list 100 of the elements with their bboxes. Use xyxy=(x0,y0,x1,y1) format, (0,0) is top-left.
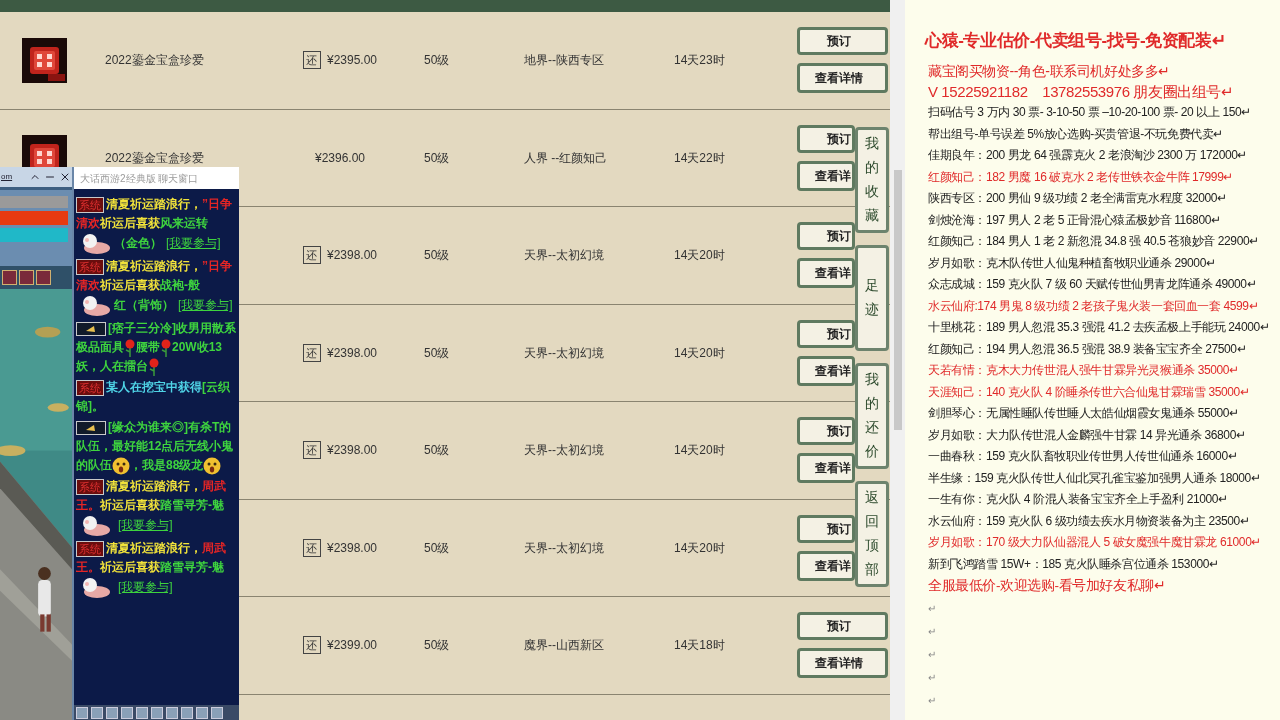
remaining-time: 14天20时 xyxy=(674,248,725,263)
system-badge: 系统 xyxy=(76,196,104,213)
document-line: 众志成城：159 克火队 7 级 60 天赋传世仙男青龙阵通杀 49000↵ xyxy=(928,276,1258,293)
side-nav-tab[interactable]: 我的收藏 xyxy=(855,127,889,233)
chat-tool-icon[interactable] xyxy=(196,706,208,719)
item-name: 2022鎏金宝盒珍爱 xyxy=(105,150,204,165)
system-badge: 系统 xyxy=(76,540,104,557)
price: ¥2398.00 xyxy=(326,442,378,460)
server: 人界 --红颜知己 xyxy=(524,150,608,165)
server: 天界--太初幻境 xyxy=(524,540,604,555)
level: 50级 xyxy=(424,540,450,555)
chat-message: 系统 清夏祈运踏浪行，周武王。祈运后喜获踏雪寻芳-魅 [我要参与] xyxy=(76,477,237,537)
server: 天界--太初幻境 xyxy=(524,248,604,263)
join-link[interactable]: [我要参与] xyxy=(178,298,233,313)
system-badge: 系统 xyxy=(76,478,104,495)
level: 50级 xyxy=(424,150,450,165)
document-line: 红颜知己：184 男人 1 老 2 新忽混 34.8 强 40.5 苍狼妙音 22900↵ xyxy=(928,233,1260,250)
document-line: 天若有情：克木大力传世混人强牛甘霖异光灵猴通杀 35000↵ xyxy=(928,362,1240,379)
join-link[interactable]: [我要参与] xyxy=(166,236,221,251)
flower-icon xyxy=(124,338,136,357)
join-link[interactable]: [我要参与] xyxy=(118,518,173,533)
bargain-tag: 还 xyxy=(302,538,321,557)
reserve-button[interactable]: 预订 xyxy=(797,319,855,348)
document-line: 一曲春秋：159 克火队畜牧职业传世男人传世仙通杀 16000↵ xyxy=(928,448,1239,465)
reserve-button[interactable]: 预订 xyxy=(797,222,855,251)
details-button[interactable]: 查看详 xyxy=(797,453,855,484)
reserve-button[interactable]: 预订 xyxy=(797,612,888,641)
chat-tool-icon[interactable] xyxy=(166,706,178,719)
server: 天界--太初幻境 xyxy=(524,443,604,458)
window-title: om xyxy=(1,171,13,183)
close-icon[interactable] xyxy=(59,171,71,183)
details-button[interactable]: 查看详 xyxy=(797,550,855,581)
system-badge: 系统 xyxy=(76,379,104,396)
reserve-button[interactable]: 预订 xyxy=(797,417,855,446)
details-button[interactable]: 查看详情 xyxy=(797,648,888,679)
chat-tool-icon[interactable] xyxy=(106,706,118,719)
document-line: 水云仙府：159 克火队 6 级功绩去疾水月物资装备为主 23500↵ xyxy=(928,512,1251,530)
chat-message: [缘众为谁来◎]有杀T的队伍，最好能12点后无线小鬼的队伍 ，我是88级龙 xyxy=(76,418,237,475)
paragraph-mark: ↵ xyxy=(928,601,937,616)
side-nav-tab[interactable]: 返回顶部 xyxy=(855,481,889,587)
chat-tool-icon[interactable] xyxy=(136,706,148,719)
reserve-button[interactable]: 预订 xyxy=(797,514,855,543)
document-line: 一生有你：克火队 4 阶混人装备宝宝齐全上手盈利 21000↵ xyxy=(928,491,1229,508)
chat-tool-icon[interactable] xyxy=(121,706,133,719)
chat-tool-icon[interactable] xyxy=(91,706,103,719)
price: ¥2398.00 xyxy=(326,247,378,265)
price: ¥2399.00 xyxy=(326,637,378,655)
level: 50级 xyxy=(424,638,450,653)
level: 50级 xyxy=(424,248,450,263)
join-link[interactable]: [我要参与] xyxy=(118,580,173,595)
remaining-time: 14天20时 xyxy=(674,540,725,555)
surprised-emoji-icon xyxy=(203,456,222,475)
document-line: 红颜知己：194 男人忽混 36.5 强混 38.9 装备宝宝齐全 27500↵ xyxy=(928,340,1248,358)
details-button[interactable]: 查看详 xyxy=(797,355,855,386)
chat-message: 系统 清夏祈运踏浪行，”日争清欢祈运后喜获风来运转 （金色） [我要参与] xyxy=(76,195,237,255)
chat-tool-icon[interactable] xyxy=(151,706,163,719)
chat-tool-icon[interactable] xyxy=(181,706,193,719)
chat-tool-icon[interactable] xyxy=(76,706,88,719)
reserve-button[interactable]: 预订 xyxy=(797,27,888,56)
flower-icon xyxy=(148,357,160,376)
skill-icon[interactable] xyxy=(19,270,34,285)
bargain-tag: 还 xyxy=(302,636,321,655)
skill-icon[interactable] xyxy=(2,270,17,285)
chat-message: [痞子三分冷]收男用散系极品面具 腰带 20W收13妖，人在擂台 xyxy=(76,319,237,376)
paragraph-mark: ↵ xyxy=(928,624,937,639)
bargain-tag: 还 xyxy=(302,246,321,265)
chat-tool-icon[interactable] xyxy=(211,706,223,719)
document-line: 水云仙府:174 男鬼 8 级功绩 2 老孩子鬼火装一套回血一套 4599↵ xyxy=(928,297,1260,315)
chat-window-title: 大话西游2经典版 聊天窗口 xyxy=(80,171,199,186)
price: ¥2395.00 xyxy=(326,52,378,70)
remaining-time: 14天20时 xyxy=(674,345,725,360)
level: 50级 xyxy=(424,443,450,458)
document-line: 红颜知己：182 男魔 16 破克水 2 老传世铁衣金牛阵 17999↵ xyxy=(928,168,1235,186)
details-button[interactable]: 查看详 xyxy=(797,160,855,191)
details-button[interactable]: 查看详 xyxy=(797,258,855,289)
document-line: 佳期良年：200 男龙 64 强霹克火 2 老浪淘沙 2300 万 172000↵ xyxy=(928,147,1249,164)
energy-bar xyxy=(0,228,68,242)
horn-icon xyxy=(76,420,106,435)
bargain-tag: 还 xyxy=(302,441,321,460)
surprised-emoji-icon xyxy=(112,456,130,475)
document-line: 岁月如歌：克木队传世人仙鬼种植畜牧职业通杀 29000↵ xyxy=(928,254,1217,272)
skill-icon[interactable] xyxy=(36,270,51,285)
remaining-time: 14天23时 xyxy=(674,53,725,68)
remaining-time: 14天22时 xyxy=(674,150,725,165)
details-button[interactable]: 查看详情 xyxy=(797,63,888,94)
reserve-button[interactable]: 预订 xyxy=(797,124,855,153)
side-nav-tab[interactable]: 足迹 xyxy=(855,245,889,351)
paragraph-mark: ↵ xyxy=(928,693,937,708)
document-line: 剑烛沧海：197 男人 2 老 5 正骨混心猿孟极妙音 116800↵ xyxy=(928,211,1222,229)
price: ¥2398.00 xyxy=(326,344,378,362)
document-line: 十里桃花：189 男人忽混 35.3 强混 41.2 去疾孟极上手能玩 24000↵ xyxy=(928,319,1271,336)
server: 魔界--山西新区 xyxy=(524,638,604,653)
document-line: 心猿-专业估价-代卖组号-找号-免资配装↵ xyxy=(925,30,1227,52)
document-line: 藏宝阁买物资--角色-联系司机好处多多↵ xyxy=(928,62,1171,81)
scrollbar-thumb[interactable] xyxy=(893,170,902,430)
price: ¥2396.00 xyxy=(314,149,366,167)
document-line: V 15225921182 13782553976 朋友圈出组号↵ xyxy=(928,82,1235,102)
mana-bar xyxy=(0,211,68,225)
chat-message: 系统 清夏祈运踏浪行，”日争清欢祈运后喜获战袍-般 红（背饰） [我要参与] xyxy=(76,257,237,317)
side-nav-tab[interactable]: 我的还价 xyxy=(855,363,889,469)
